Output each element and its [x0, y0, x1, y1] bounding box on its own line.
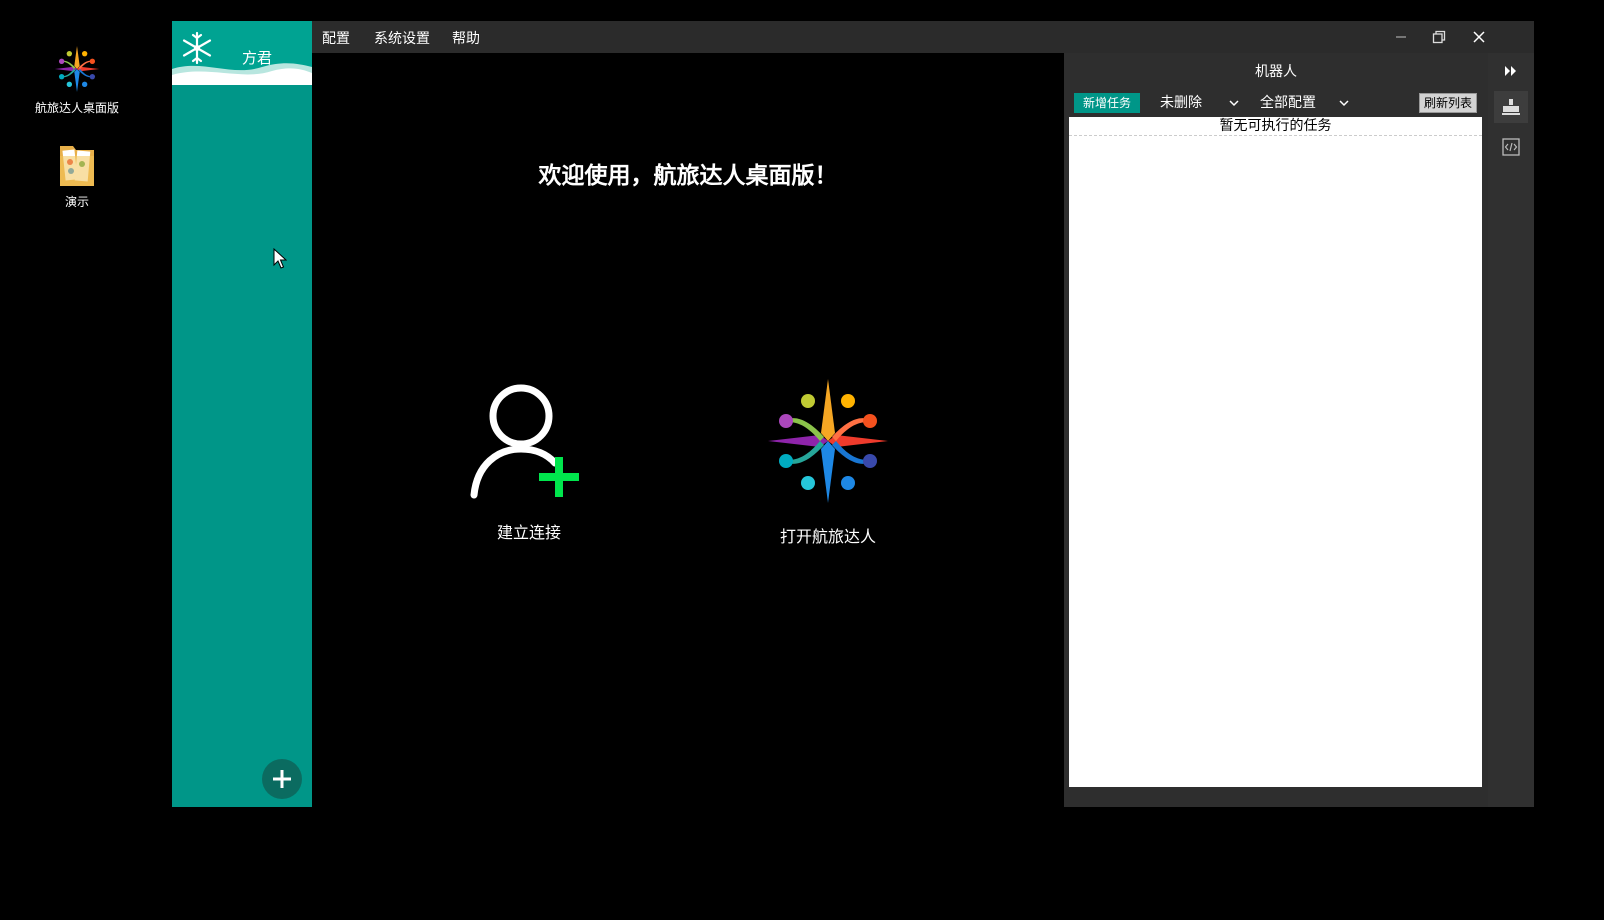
restore-button[interactable]	[1420, 21, 1458, 53]
add-account-button[interactable]	[262, 759, 302, 799]
status-filter-value: 未删除	[1160, 95, 1202, 111]
robot-tab-button[interactable]	[1494, 91, 1528, 123]
desktop-icon-app-label: 航旅达人桌面版	[34, 101, 119, 115]
connect-label: 建立连接	[496, 523, 561, 542]
app-logo-icon	[768, 379, 888, 503]
robot-icon	[1502, 99, 1520, 115]
main-area: 欢迎使用，航旅达人桌面版！ 建立连接 打开航旅达人	[312, 53, 1064, 807]
empty-task-message: 暂无可执行的任务	[1069, 117, 1482, 136]
chevron-down-icon	[1229, 100, 1239, 107]
plus-icon	[273, 770, 291, 788]
close-button[interactable]	[1460, 21, 1498, 53]
minimize-icon	[1396, 36, 1406, 38]
header-wave	[172, 63, 312, 85]
config-filter-select[interactable]: 全部配置	[1260, 93, 1352, 113]
close-icon	[1473, 31, 1485, 43]
chevron-down-icon	[1339, 100, 1349, 107]
task-list: 暂无可执行的任务	[1069, 117, 1482, 787]
desktop-icon-folder[interactable]: 演示	[32, 140, 122, 210]
code-icon	[1502, 138, 1520, 156]
refresh-list-button[interactable]: 刷新列表	[1419, 93, 1477, 113]
app-window: 方君 配置 系统设置 帮助 欢迎使用，航旅达人桌面版！ 建立连接 打开航旅达人 …	[172, 21, 1534, 807]
desktop-icon-folder-label: 演示	[64, 195, 89, 209]
restore-icon	[1432, 30, 1446, 44]
welcome-heading: 欢迎使用，航旅达人桌面版！	[538, 163, 838, 189]
minimize-button[interactable]	[1382, 21, 1420, 53]
add-user-icon	[470, 384, 579, 499]
connect-action[interactable]: 建立连接	[464, 383, 594, 543]
title-bar: 配置 系统设置 帮助	[312, 21, 1534, 53]
left-sidebar: 方君	[172, 21, 312, 807]
app-logo-icon	[54, 46, 100, 92]
double-chevron-right-icon	[1505, 66, 1516, 76]
status-filter-select[interactable]: 未删除	[1160, 93, 1242, 113]
script-tab-button[interactable]	[1494, 131, 1528, 163]
mouse-cursor-icon	[273, 248, 287, 269]
robot-toolbar: 新增任务 未删除 全部配置 刷新列表	[1064, 87, 1488, 117]
menu-system-settings[interactable]: 系统设置	[374, 28, 430, 48]
open-app-label: 打开航旅达人	[779, 527, 876, 546]
robot-panel: 机器人 新增任务 未删除 全部配置 刷新列表 暂无可执行的任务	[1064, 53, 1488, 807]
open-app-action[interactable]: 打开航旅达人	[748, 377, 908, 547]
desktop-icon-app[interactable]: 航旅达人桌面版	[32, 44, 122, 116]
robot-panel-title: 机器人	[1255, 64, 1297, 80]
menu-config[interactable]: 配置	[322, 28, 350, 48]
collapse-panel-button[interactable]	[1494, 55, 1528, 87]
menu-help[interactable]: 帮助	[452, 28, 480, 48]
new-task-button[interactable]: 新增任务	[1074, 93, 1140, 113]
folder-icon	[60, 146, 94, 186]
right-rail	[1488, 53, 1534, 807]
config-filter-value: 全部配置	[1260, 95, 1316, 111]
sidebar-header: 方君	[172, 21, 312, 85]
